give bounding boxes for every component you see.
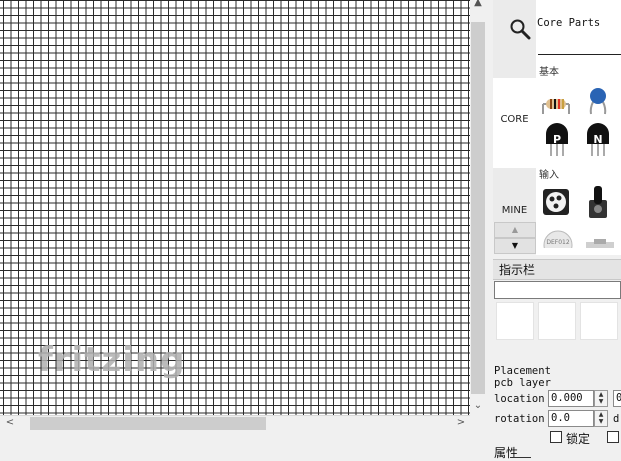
breadboard-image-slot <box>496 302 534 340</box>
tab-mine[interactable]: MINE <box>493 168 536 222</box>
stepper-up-icon: ▲ <box>598 411 604 418</box>
bin-scroll-up-button[interactable]: ▲ <box>494 222 536 238</box>
vertical-scrollbar-thumb[interactable] <box>471 22 485 394</box>
pushbutton-icon <box>586 239 614 248</box>
pnp-transistor-part[interactable]: P <box>541 122 573 156</box>
inspector-title-field[interactable] <box>494 281 621 299</box>
resistor-part[interactable] <box>540 88 572 120</box>
scroll-up-arrow[interactable]: ▲ <box>470 0 486 10</box>
svg-text:DEF012: DEF012 <box>546 239 569 246</box>
rotary-potentiometer-part[interactable] <box>584 184 616 218</box>
potentiometer-icon <box>543 189 569 215</box>
rotation-stepper[interactable]: ▲ ▼ <box>594 410 608 427</box>
stepper-down-icon: ▼ <box>598 418 604 425</box>
bin-scroll-down-label: ▼ <box>511 241 519 250</box>
tab-core[interactable]: CORE <box>493 78 536 168</box>
capacitor-icon <box>589 88 607 115</box>
tab-mine-label: MINE <box>501 205 528 216</box>
status-bar <box>0 432 486 459</box>
lock-checkbox[interactable] <box>550 431 562 443</box>
location-x-field[interactable]: 0.000 <box>548 390 594 407</box>
stepper-down-icon: ▼ <box>598 398 604 405</box>
fritzing-watermark: fritzing <box>38 340 186 380</box>
bin-scroll-down-button[interactable]: ▼ <box>494 238 536 254</box>
pcb-layer-label: pcb layer <box>494 377 551 389</box>
dip-switch-part[interactable]: DEF012 <box>541 230 575 248</box>
sticky-checkbox[interactable] <box>607 431 619 443</box>
search-icon <box>509 18 531 43</box>
tab-core-label: CORE <box>500 114 529 125</box>
scrollbar-corner <box>470 415 486 431</box>
bin-title: Core Parts <box>537 17 601 29</box>
properties-label: 属性 <box>494 446 519 460</box>
bin-scroll-up-label: ▲ <box>511 225 519 234</box>
npn-transistor-icon: N <box>587 123 609 156</box>
pcb-image-slot <box>580 302 618 340</box>
ceramic-capacitor-part[interactable] <box>582 84 614 116</box>
schematic-image-slot <box>538 302 576 340</box>
rotation-label: rotation <box>494 413 545 425</box>
location-label: location <box>494 393 545 405</box>
pushbutton-part[interactable] <box>584 238 616 248</box>
location-y-field[interactable]: 0 <box>613 390 621 407</box>
rotation-unit-label: d <box>613 413 620 425</box>
svg-text:P: P <box>553 133 561 146</box>
stepper-up-icon: ▲ <box>598 391 604 398</box>
resistor-icon <box>542 99 570 114</box>
horizontal-scrollbar-thumb[interactable] <box>30 417 266 430</box>
svg-text:N: N <box>593 133 602 146</box>
scroll-left-arrow[interactable]: < <box>2 416 18 430</box>
section-label-input: 输入 <box>539 170 559 181</box>
section-label-basic: 基本 <box>539 67 559 78</box>
potentiometer-part[interactable] <box>540 186 572 218</box>
inspector-title: 指示栏 <box>499 263 536 277</box>
npn-transistor-part[interactable]: N <box>582 122 614 156</box>
placement-label: Placement <box>494 365 551 377</box>
parts-bin-tabs: CORE MINE <box>493 0 536 255</box>
dip-switch-icon: DEF012 <box>543 230 573 248</box>
properties-underline <box>513 457 531 458</box>
rotary-potentiometer-icon <box>589 186 607 218</box>
lock-label: 锁定 <box>566 432 591 446</box>
pnp-transistor-icon: P <box>546 123 568 156</box>
location-x-stepper[interactable]: ▲ ▼ <box>594 390 608 407</box>
rotation-field[interactable]: 0.0 <box>548 410 594 427</box>
panel-splitter[interactable] <box>486 0 493 459</box>
bin-title-underline <box>538 54 621 55</box>
tab-search[interactable] <box>493 0 536 79</box>
scroll-down-arrow[interactable]: ⌄ <box>470 399 486 413</box>
scroll-right-arrow[interactable]: > <box>453 416 469 430</box>
